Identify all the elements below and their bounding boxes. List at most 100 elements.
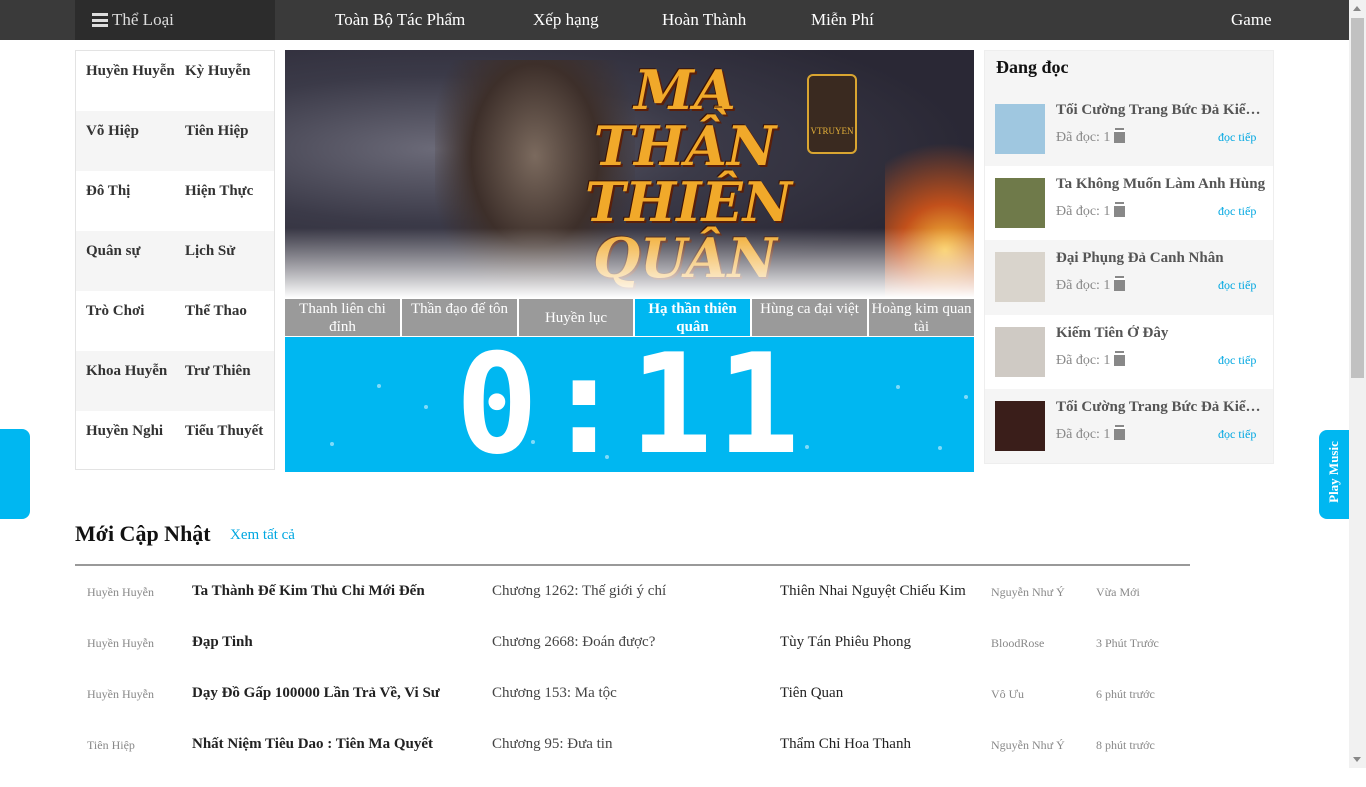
book-cover[interactable] xyxy=(995,401,1045,451)
genre-link[interactable]: Thể Thao xyxy=(185,291,247,351)
update-genre[interactable]: Huyền Huyễn xyxy=(87,636,182,651)
genre-link[interactable]: Tiên Hiệp xyxy=(185,111,249,171)
update-chapter[interactable]: Chương 1262: Thế giới ý chí xyxy=(492,583,762,600)
continue-reading-link[interactable]: đọc tiếp xyxy=(1218,130,1256,145)
genre-link[interactable]: Huyền Nghi xyxy=(86,411,163,471)
genre-link[interactable]: Kỳ Huyễn xyxy=(185,51,250,111)
reading-item-title[interactable]: Ta Không Muốn Làm Anh Hùng xyxy=(1056,176,1268,193)
genre-link[interactable]: Trò Chơi xyxy=(86,291,144,351)
update-genre[interactable]: Huyền Huyễn xyxy=(87,585,182,600)
genre-link[interactable]: Võ Hiệp xyxy=(86,111,139,171)
update-title[interactable]: Nhất Niệm Tiêu Dao : Tiên Ma Quyết xyxy=(192,736,467,753)
genre-row: Huyền Nghi Tiểu Thuyết xyxy=(76,411,274,471)
update-title[interactable]: Dạy Đồ Gấp 100000 Lần Trả Về, Vi Sư xyxy=(192,685,467,702)
play-music-button[interactable]: Play Music xyxy=(1319,430,1349,519)
update-time: Vừa Mới xyxy=(1096,585,1140,599)
reading-item-title[interactable]: Tối Cường Trang Bức Đả Kiểm Hệ Thống xyxy=(1056,102,1268,119)
reading-item[interactable]: Tối Cường Trang Bức Đả Kiểm Hệ Thống Đã … xyxy=(985,92,1273,166)
scrollbar-thumb[interactable] xyxy=(1351,18,1364,378)
genre-link[interactable]: Trư Thiên xyxy=(185,351,251,411)
genre-link[interactable]: Lịch Sử xyxy=(185,231,235,291)
reading-progress: Đã đọc: 1 xyxy=(1056,278,1126,294)
scroll-down-arrow-icon[interactable] xyxy=(1353,757,1361,762)
page-scrollbar[interactable] xyxy=(1349,0,1366,768)
continue-reading-link[interactable]: đọc tiếp xyxy=(1218,353,1256,368)
continue-reading-link[interactable]: đọc tiếp xyxy=(1218,427,1256,442)
category-menu-button[interactable]: Thể Loại xyxy=(75,0,275,40)
update-genre[interactable]: Huyền Huyễn xyxy=(87,687,182,702)
scroll-up-arrow-icon[interactable] xyxy=(1353,6,1361,11)
genre-link[interactable]: Khoa Huyễn xyxy=(86,351,167,411)
nav-game[interactable]: Game xyxy=(1231,0,1272,40)
continue-reading-link[interactable]: đọc tiếp xyxy=(1218,278,1256,293)
genre-row: Trò Chơi Thể Thao xyxy=(76,291,274,351)
update-title[interactable]: Ta Thành Đế Kim Thủ Chỉ Mới Đến xyxy=(192,583,467,600)
trash-icon[interactable] xyxy=(1114,427,1126,440)
menu-icon xyxy=(92,13,108,27)
updates-section-title: Mới Cập Nhật xyxy=(75,521,211,546)
genre-link[interactable]: Hiện Thực xyxy=(185,171,253,231)
nav-completed[interactable]: Hoàn Thành xyxy=(662,0,746,40)
update-genre[interactable]: Tiên Hiệp xyxy=(87,738,182,753)
reading-item[interactable]: Kiếm Tiên Ở Đây Đã đọc: 1 đọc tiếp xyxy=(985,315,1273,389)
table-row: Huyền Huyễn Ta Thành Đế Kim Thủ Chỉ Mới … xyxy=(75,583,1190,634)
table-row: Tiên Hiệp Nhất Niệm Tiêu Dao : Tiên Ma Q… xyxy=(75,736,1190,787)
genre-link[interactable]: Tiểu Thuyết xyxy=(185,411,263,471)
update-chapter[interactable]: Chương 95: Đưa tin xyxy=(492,736,762,753)
featured-tab[interactable]: Hùng ca đại việt xyxy=(752,299,867,336)
update-author[interactable]: Thẩm Chỉ Hoa Thanh xyxy=(780,736,985,753)
update-author[interactable]: Thiên Nhai Nguyệt Chiếu Kim xyxy=(780,583,985,600)
genre-link[interactable]: Huyền Huyễn xyxy=(86,51,175,111)
reading-item-title[interactable]: Tối Cường Trang Bức Đả Kiểm Hệ Thống xyxy=(1056,399,1268,416)
genre-row: Quân sự Lịch Sử xyxy=(76,231,274,291)
nav-ranking[interactable]: Xếp hạng xyxy=(533,0,599,40)
featured-tab[interactable]: Hoàng kim quan tài xyxy=(869,299,974,336)
featured-tab[interactable]: Thanh liên chi đỉnh xyxy=(285,299,400,336)
table-row: Huyền Huyễn Đạp Tinh Chương 2668: Đoán đ… xyxy=(75,634,1190,685)
featured-banner[interactable]: MA THẦN THIÊN QUÂN VTRUYEN xyxy=(285,50,974,298)
reading-progress: Đã đọc: 1 xyxy=(1056,353,1126,369)
update-converter[interactable]: Nguyễn Như Ý xyxy=(991,585,1091,600)
book-cover[interactable] xyxy=(995,252,1045,302)
update-author[interactable]: Tiên Quan xyxy=(780,685,985,702)
reading-item[interactable]: Ta Không Muốn Làm Anh Hùng Đã đọc: 1 đọc… xyxy=(985,166,1273,240)
update-time: 8 phút trước xyxy=(1096,738,1155,752)
trash-icon[interactable] xyxy=(1114,130,1126,143)
genre-row: Võ Hiệp Tiên Hiệp xyxy=(76,111,274,171)
nav-free[interactable]: Miễn Phí xyxy=(811,0,874,40)
update-chapter[interactable]: Chương 153: Ma tộc xyxy=(492,685,762,702)
genre-link[interactable]: Quân sự xyxy=(86,231,140,291)
trash-icon[interactable] xyxy=(1114,278,1126,291)
reading-progress: Đã đọc: 1 xyxy=(1056,130,1126,146)
featured-tab[interactable]: Huyền lục xyxy=(519,299,633,336)
featured-tab[interactable]: Thần đạo đế tôn xyxy=(402,299,517,336)
reading-panel-title: Đang đọc xyxy=(996,57,1069,77)
category-menu-label: Thể Loại xyxy=(112,10,174,29)
see-all-link[interactable]: Xem tất cả xyxy=(230,527,295,544)
update-converter[interactable]: Vô Ưu xyxy=(991,687,1091,702)
update-chapter[interactable]: Chương 2668: Đoán được? xyxy=(492,634,762,651)
update-author[interactable]: Tùy Tán Phiêu Phong xyxy=(780,634,985,651)
reading-item[interactable]: Đại Phụng Đả Canh Nhân Đã đọc: 1 đọc tiế… xyxy=(985,240,1273,314)
book-cover[interactable] xyxy=(995,104,1045,154)
book-cover[interactable] xyxy=(995,178,1045,228)
update-converter[interactable]: BloodRose xyxy=(991,636,1091,651)
reading-item-title[interactable]: Kiếm Tiên Ở Đây xyxy=(1056,325,1268,342)
book-cover[interactable] xyxy=(995,327,1045,377)
reading-item-title[interactable]: Đại Phụng Đả Canh Nhân xyxy=(1056,250,1268,267)
trash-icon[interactable] xyxy=(1114,204,1126,217)
banner-logo: VTRUYEN xyxy=(807,74,857,154)
continue-reading-link[interactable]: đọc tiếp xyxy=(1218,204,1256,219)
nav-all-works[interactable]: Toàn Bộ Tác Phẩm xyxy=(335,0,465,40)
featured-tab-active[interactable]: Hạ thần thiên quân xyxy=(635,299,750,336)
update-title[interactable]: Đạp Tinh xyxy=(192,634,467,651)
genre-row: Khoa Huyễn Trư Thiên xyxy=(76,351,274,411)
featured-tabs: Thanh liên chi đỉnh Thần đạo đế tôn Huyề… xyxy=(285,299,974,336)
update-converter[interactable]: Nguyễn Như Ý xyxy=(991,738,1091,753)
countdown-timer: 0:11 xyxy=(285,337,974,472)
update-time: 3 Phút Trước xyxy=(1096,636,1159,650)
side-toggle-button[interactable] xyxy=(0,429,30,519)
trash-icon[interactable] xyxy=(1114,353,1126,366)
genre-link[interactable]: Đô Thị xyxy=(86,171,130,231)
reading-item[interactable]: Tối Cường Trang Bức Đả Kiểm Hệ Thống Đã … xyxy=(985,389,1273,463)
